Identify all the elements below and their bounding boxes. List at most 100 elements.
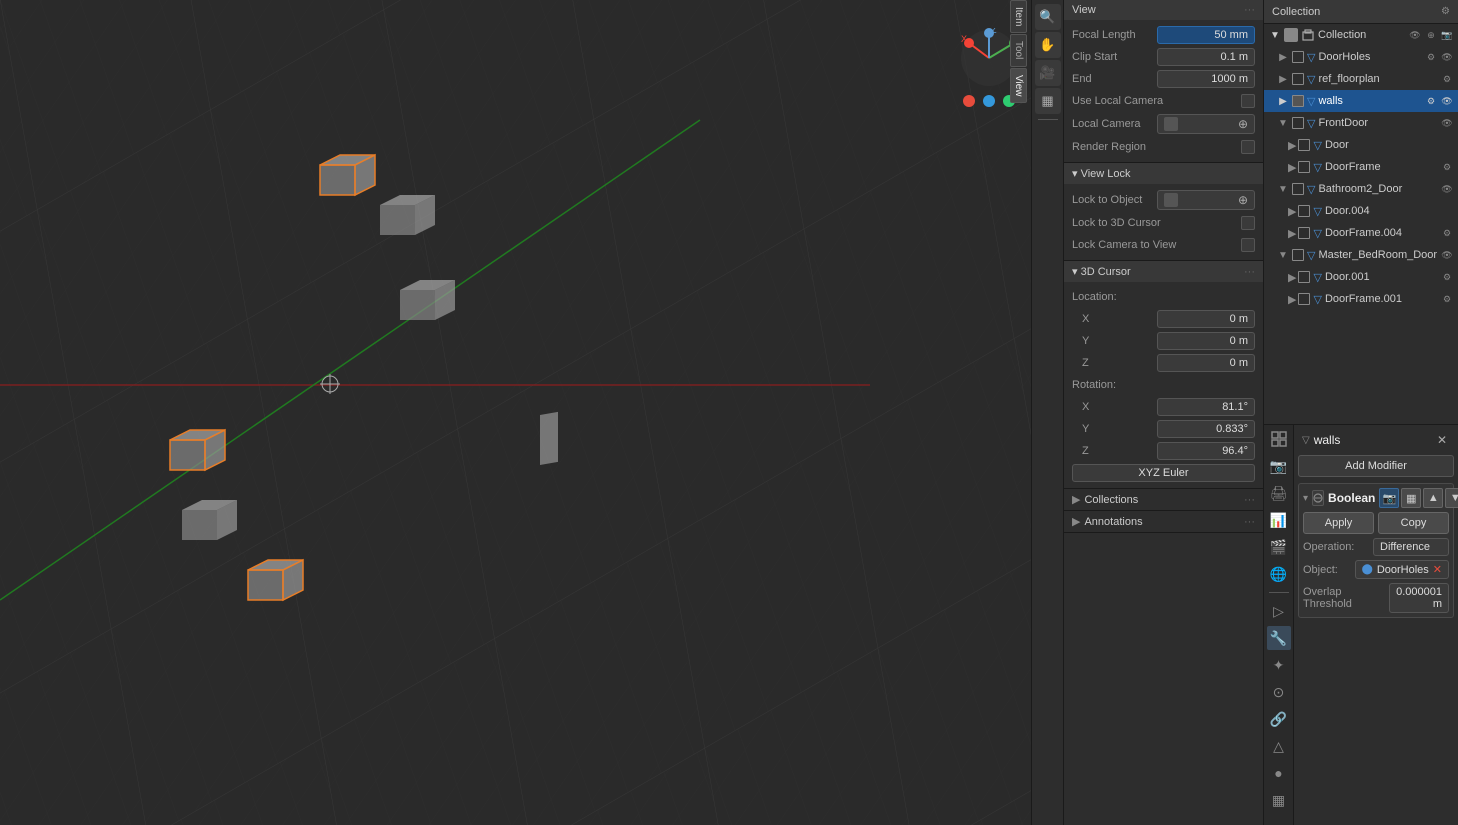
item-tab[interactable]: Item [1010,0,1027,33]
df001-checkbox[interactable] [1298,293,1310,305]
df001-filter-icon[interactable]: ⚙ [1440,292,1454,306]
outliner-item-door[interactable]: ▶ ▽ Door [1264,134,1458,156]
cursor-rx-value[interactable]: 81.1° [1157,398,1255,416]
eye-icon[interactable]: 👁 [1408,28,1422,42]
render-icon[interactable]: 📷 [1440,28,1454,42]
outliner-item-doorframe[interactable]: ▶ ▽ DoorFrame ⚙ [1264,156,1458,178]
render-props-icon[interactable]: 📷 [1267,454,1291,478]
cursor-icon-2[interactable]: ⊕ [1424,28,1438,42]
object-props-icon[interactable]: ▷ [1267,599,1291,623]
cursor-ry-value[interactable]: 0.833° [1157,420,1255,438]
outliner-item-walls[interactable]: ▶ ▽ walls ⚙ 👁 [1264,90,1458,112]
mod-camera-btn[interactable]: 📷 [1379,488,1399,508]
md-eye-icon[interactable]: 👁 [1440,248,1454,262]
clip-end-value[interactable]: 1000 m [1157,70,1255,88]
dh-eye-icon[interactable]: 👁 [1440,50,1454,64]
copy-button[interactable]: Copy [1378,512,1449,534]
view-tab[interactable]: View [1010,68,1027,104]
outliner-item-bath-door[interactable]: ▼ ▽ Bathroom2_Door 👁 [1264,178,1458,200]
df004-checkbox[interactable] [1298,227,1310,239]
add-modifier-btn[interactable]: Add Modifier [1298,455,1454,477]
door-checkbox[interactable] [1298,139,1310,151]
material-props-icon[interactable]: ● [1267,761,1291,785]
lock-cursor-checkbox[interactable] [1241,216,1255,230]
search-tool-icon[interactable]: 🔍 [1035,4,1061,30]
modifier-collapse-arrow[interactable]: ▾ [1303,493,1308,504]
camera-tool-icon[interactable]: 🎥 [1035,60,1061,86]
local-camera-selector[interactable] [1164,117,1178,131]
cursor-header[interactable]: ▾ 3D Cursor ··· [1064,261,1263,282]
operation-select[interactable]: Difference [1373,538,1449,556]
overlap-value-field[interactable]: 0.000001 m [1389,583,1449,613]
particle-props-icon[interactable]: ✦ [1267,653,1291,677]
view-lock-header[interactable]: ▾ View Lock [1064,163,1263,184]
apply-button[interactable]: Apply [1303,512,1374,534]
fp-checkbox[interactable] [1292,73,1304,85]
outliner-item-door004[interactable]: ▶ ▽ Door.004 [1264,200,1458,222]
scene-props-icon[interactable]: 🎬 [1267,535,1291,559]
d001-checkbox[interactable] [1298,271,1310,283]
modifier-props-icon[interactable]: 🔧 [1267,626,1291,650]
local-camera-checkbox[interactable] [1241,94,1255,108]
outliner-item-collection[interactable]: ▼ Collection 👁 ⊕ 📷 [1264,24,1458,46]
hand-tool-icon[interactable]: ✋ [1035,32,1061,58]
object-clear-btn[interactable]: ✕ [1433,563,1442,576]
d001-filter-icon[interactable]: ⚙ [1440,270,1454,284]
cursor-x-value[interactable]: 0 m [1157,310,1255,328]
view-section-header[interactable]: View ··· [1064,0,1263,20]
mod-down-btn[interactable]: ▼ [1445,488,1458,508]
outliner-filter-icon[interactable]: ⚙ [1441,6,1450,17]
dframe-checkbox[interactable] [1298,161,1310,173]
view-layer-icon[interactable]: 📊 [1267,508,1291,532]
outliner-item-doorholes[interactable]: ▶ ▽ DoorHoles ⚙ 👁 [1264,46,1458,68]
props-icon-selector[interactable] [1269,429,1289,449]
collection-checkbox[interactable] [1284,28,1298,42]
local-camera-field[interactable]: ⊕ [1157,114,1255,134]
collections-section[interactable]: ▶ Collections ··· [1064,489,1263,511]
tool-tab[interactable]: Tool [1010,34,1027,66]
fd-checkbox[interactable] [1292,117,1304,129]
constraint-props-icon[interactable]: 🔗 [1267,707,1291,731]
cursor-z-value[interactable]: 0 m [1157,354,1255,372]
focal-length-value[interactable]: 50 mm [1157,26,1255,44]
outliner-item-door001[interactable]: ▶ ▽ Door.001 ⚙ [1264,266,1458,288]
dframe-filter-icon[interactable]: ⚙ [1440,160,1454,174]
eyedropper-icon[interactable]: ⊕ [1238,117,1248,131]
walls-eye-icon[interactable]: 👁 [1440,94,1454,108]
render2-icon[interactable]: ▦ [1267,788,1291,812]
grid-tool-icon[interactable]: ▦ [1035,88,1061,114]
dh-checkbox[interactable] [1292,51,1304,63]
output-props-icon[interactable]: 🖨 [1267,481,1291,505]
data-props-icon[interactable]: △ [1267,734,1291,758]
fp-filter-icon[interactable]: ⚙ [1440,72,1454,86]
physics-props-icon[interactable]: ⊙ [1267,680,1291,704]
mod-up-btn[interactable]: ▲ [1423,488,1443,508]
bd-checkbox[interactable] [1292,183,1304,195]
cursor-y-value[interactable]: 0 m [1157,332,1255,350]
walls-checkbox[interactable] [1292,95,1304,107]
lock-obj-selector[interactable] [1164,193,1178,207]
md-checkbox[interactable] [1292,249,1304,261]
outliner-item-dframe004[interactable]: ▶ ▽ DoorFrame.004 ⚙ [1264,222,1458,244]
walls-panel-close[interactable]: ✕ [1434,432,1450,448]
fd-eye-icon[interactable]: 👁 [1440,116,1454,130]
bd-eye-icon[interactable]: 👁 [1440,182,1454,196]
outliner-item-dframe001[interactable]: ▶ ▽ DoorFrame.001 ⚙ [1264,288,1458,310]
viewport[interactable]: Y X Z 🔍 ✋ 🎥 ▦ Item Tool View [0,0,1063,825]
annotations-section[interactable]: ▶ Annotations ··· [1064,511,1263,533]
lock-obj-eyedropper[interactable]: ⊕ [1238,193,1248,207]
mod-render-btn[interactable]: ▦ [1401,488,1421,508]
outliner-item-frontdoor[interactable]: ▼ ▽ FrontDoor 👁 [1264,112,1458,134]
walls-filter-icon[interactable]: ⚙ [1424,94,1438,108]
lock-object-value[interactable]: ⊕ [1157,190,1255,210]
clip-start-value[interactable]: 0.1 m [1157,48,1255,66]
rotation-mode-value[interactable]: XYZ Euler [1072,464,1255,482]
df004-filter-icon[interactable]: ⚙ [1440,226,1454,240]
d004-checkbox[interactable] [1298,205,1310,217]
render-region-checkbox[interactable] [1241,140,1255,154]
cursor-rz-value[interactable]: 96.4° [1157,442,1255,460]
dh-filter-icon[interactable]: ⚙ [1424,50,1438,64]
object-value-field[interactable]: ⬤ DoorHoles ✕ [1355,560,1449,579]
world-props-icon[interactable]: 🌐 [1267,562,1291,586]
outliner-item-floorplan[interactable]: ▶ ▽ ref_floorplan ⚙ [1264,68,1458,90]
